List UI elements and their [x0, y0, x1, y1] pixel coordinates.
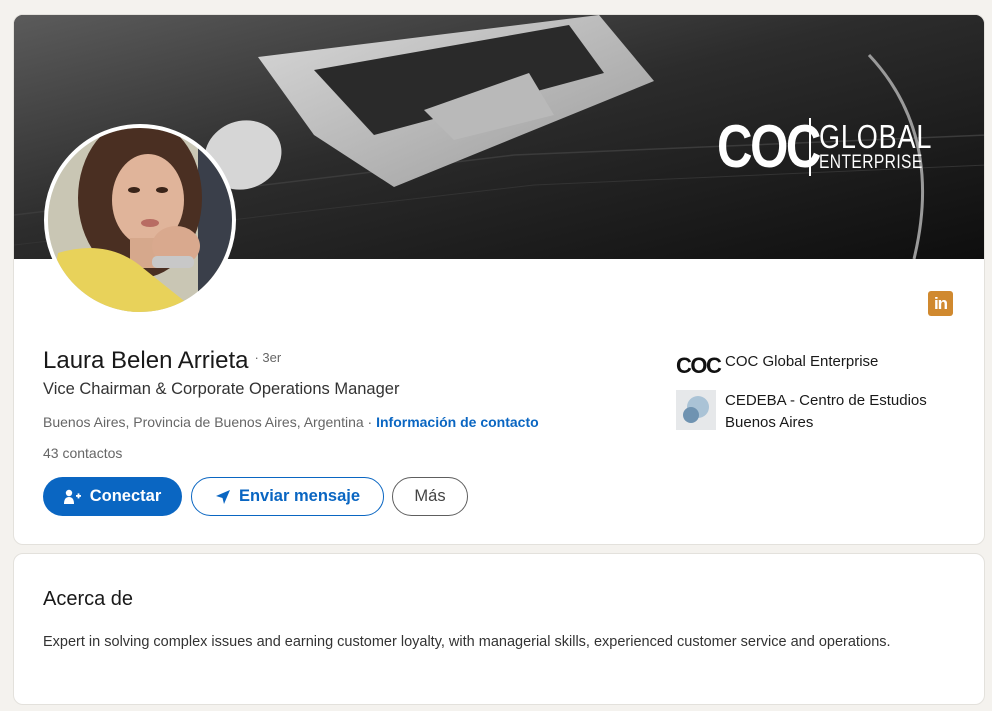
location-separator: ·: [363, 414, 377, 430]
brand-coc-text: COC: [717, 113, 821, 180]
coc-logo-icon: COC: [676, 346, 722, 386]
coc-logo-text: COC: [676, 353, 722, 378]
brand-right-block: GLOBAL ENTERPRISE: [819, 120, 957, 174]
cedeba-logo-icon: [676, 390, 716, 430]
about-card: Acerca de Expert in solving complex issu…: [13, 553, 985, 705]
profile-location: Buenos Aires, Provincia de Buenos Aires,…: [43, 414, 364, 430]
profile-avatar[interactable]: [44, 124, 236, 316]
name-row: Laura Belen Arrieta · 3er: [43, 347, 281, 375]
connect-button[interactable]: Conectar: [43, 477, 182, 516]
location-row: Buenos Aires, Provincia de Buenos Aires,…: [43, 414, 539, 430]
connection-degree: · 3er: [254, 350, 282, 365]
avatar-photo: [48, 128, 232, 312]
about-title: Acerca de: [43, 588, 134, 610]
send-message-button[interactable]: Enviar mensaje: [191, 477, 384, 516]
contact-info-link[interactable]: Información de contacto: [376, 414, 539, 430]
connections-count: 43 contactos: [43, 445, 123, 461]
org-name: COC Global Enterprise: [725, 353, 879, 370]
banner-brand-logo: COC GLOBAL ENTERPRISE: [717, 116, 957, 178]
more-button[interactable]: Más: [392, 477, 468, 516]
brand-enterprise-text: ENTERPRISE: [819, 152, 923, 174]
linkedin-icon[interactable]: in: [928, 291, 953, 316]
org-name: CEDEBA - Centro de Estudios Buenos Aires: [725, 392, 927, 431]
add-person-icon: [63, 489, 82, 505]
send-message-button-label: Enviar mensaje: [238, 487, 361, 505]
org-item-cedeba[interactable]: CEDEBA - Centro de Estudios Buenos Aires: [676, 390, 965, 434]
send-icon: [215, 489, 231, 505]
org-item-coc[interactable]: COC COC Global Enterprise: [676, 346, 878, 386]
brand-global-text: GLOBAL: [819, 118, 933, 156]
profile-name: Laura Belen Arrieta: [43, 347, 249, 374]
connect-button-label: Conectar: [89, 487, 162, 505]
profile-card: COC GLOBAL ENTERPRISE in Laura Belen Arr…: [13, 14, 985, 545]
profile-headline: Vice Chairman & Corporate Operations Man…: [43, 380, 400, 398]
more-button-label: Más: [414, 487, 446, 505]
about-text: Expert in solving complex issues and ear…: [43, 634, 891, 650]
